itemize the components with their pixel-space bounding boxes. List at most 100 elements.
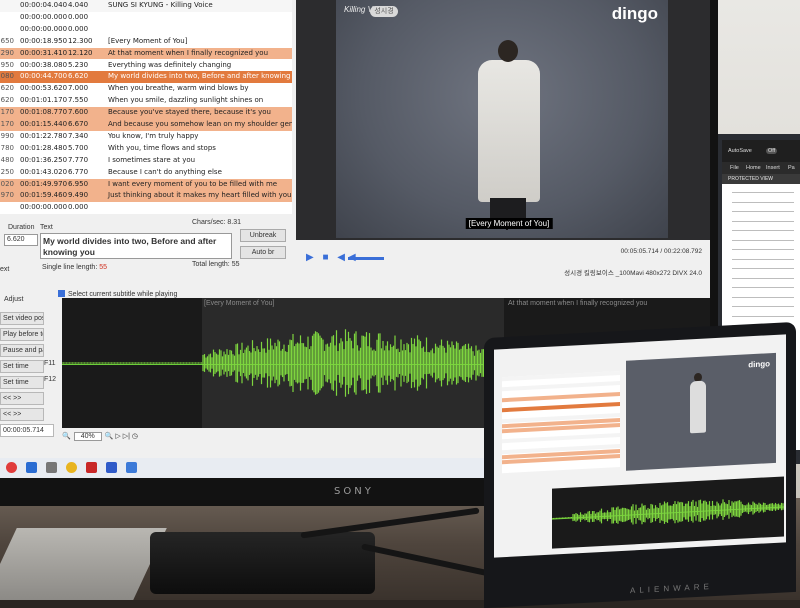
cell-text: I want every moment of you to be filled … [108,179,278,188]
cell-dur: 12.120 [68,48,93,57]
cell-dur: 0.000 [68,203,89,212]
app-icon-7[interactable] [126,462,137,473]
cell-start: 00:00:04.040 [20,1,68,9]
table-row[interactable]: 480 00:01:36.250 7.770 I sometimes stare at… [0,155,292,167]
table-row[interactable]: 780 00:01:28.480 5.700 With you, time flows… [0,143,292,155]
cell-dur: 7.770 [68,155,89,164]
cell-start: 00:00:00.000 [20,24,68,33]
cell-start: 00:00:44.700 [20,72,68,81]
cell-text: And because you somehow lean on my shoul… [108,120,292,128]
table-row[interactable]: 00:00:00.000 0.000 [0,24,292,36]
nudge-back-button[interactable]: << >> [0,392,44,405]
set-end-time-button[interactable]: Set time [0,376,44,389]
zoom-select[interactable]: 40% [73,432,102,441]
text-label: Text [40,224,53,231]
table-row[interactable]: 00:00:00.000 0.000 [0,12,292,24]
cell-n: 080 [0,72,14,81]
duration-input[interactable]: 6.620 [4,234,38,246]
table-row[interactable]: 650 00:00:18.950 12.300 [Every Moment of Yo… [0,36,292,48]
time-input[interactable]: 00:00:05.714 [0,424,54,437]
video-controls: ▶ ■ ◀◀ 00:05:05.714 / 00:22:08.792 성시경 킬… [296,242,710,282]
cell-n: 290 [0,48,14,57]
menu-home[interactable]: Home [746,165,761,171]
table-row[interactable]: 620 00:01:01.170 7.550 When you smile, dazz… [0,95,292,107]
cell-start: 00:01:49.970 [20,179,68,188]
subtitle-grid[interactable]: 00:00:04.040 4.040 SUNG SI KYUNG - Killing… [0,0,292,214]
menu-page[interactable]: Pa [788,165,795,171]
table-row[interactable]: 620 00:00:53.620 7.000 When you breathe, wa… [0,83,292,95]
total-length: Total length: 55 [192,261,240,268]
single-line-length-label: Single line length: [42,264,98,271]
adjust-panel: Adjust Set video pos Play before text Pa… [0,286,60,478]
table-row[interactable]: 170 00:01:08.770 7.600 Because you've staye… [0,107,292,119]
table-row[interactable]: 020 00:01:49.970 6.950 I want every moment … [0,178,292,191]
excel-titlebar: AutoSave Off [722,140,800,162]
power-brick [150,532,375,594]
autosave-label: AutoSave [728,148,752,154]
video-subtitle: [Every Moment of You] [465,218,553,229]
cell-dur: 5.700 [68,143,89,152]
time-position: 00:05:05.714 / 00:22:08.792 [620,248,702,255]
unbreak-button[interactable]: Unbreak [240,229,286,242]
cell-dur: 9.490 [68,191,89,200]
video-frame: Killing Voice 성시경 dingo [Every Moment of… [336,0,668,238]
table-row[interactable]: 170 00:01:15.440 6.670 And because you some… [0,119,292,131]
cell-text: When you breathe, warm wind blows by [108,84,249,93]
app-icon-1[interactable] [6,462,17,473]
cell-start: 00:00:18.950 [20,36,68,45]
cell-text: Because I can't do anything else [108,167,222,176]
cell-dur: 5.230 [68,60,89,69]
menu-insert[interactable]: Insert [766,165,780,171]
cell-dur: 0.000 [68,12,89,21]
app-icon-2[interactable] [26,462,37,473]
cell-start: 00:00:31.410 [20,48,68,57]
app-icon-6[interactable] [106,462,117,473]
video-player[interactable]: Killing Voice 성시경 dingo [Every Moment of… [296,0,710,240]
excel-row [732,296,794,298]
f11-label: F11 [44,360,56,367]
excel-row [732,220,794,222]
chrome-icon[interactable] [66,462,77,473]
cell-start: 00:01:15.440 [20,120,68,128]
subtitle-edit-panel: Duration 6.620 Text Chars/sec: 8.31 My w… [0,216,292,286]
singer-body [478,60,540,202]
menu-file[interactable]: File [730,165,739,171]
pause-button[interactable]: Pause and pause [0,344,44,357]
ext-label: ext [0,266,10,273]
table-row[interactable]: 290 00:00:31.410 12.120 At that moment when… [0,47,292,60]
cell-dur: 7.550 [68,96,89,105]
play-before-text-button[interactable]: Play before text [0,328,44,341]
table-row[interactable]: 990 00:01:22.780 7.340 You know, I'm truly … [0,131,292,143]
cell-dur: 6.950 [68,179,89,188]
cell-start: 00:00:53.620 [20,84,68,93]
table-row[interactable]: 00:00:00.000 0.000 [0,202,292,214]
file-info: 성시경 킬링보이스 _100Mavi 480x272 DIVX 24.0 [564,270,702,277]
volume-slider[interactable] [348,257,384,260]
table-row[interactable]: 950 00:00:38.080 5.230 Everything was defin… [0,60,292,72]
cell-start: 00:01:01.170 [20,96,68,105]
table-row[interactable]: 250 00:01:43.020 6.770 Because I can't do a… [0,167,292,179]
laptop-dingo-logo: dingo [748,359,770,370]
select-while-playing-checkbox[interactable]: Select current subtitle while playing [58,290,177,298]
set-video-pos-button[interactable]: Set video pos [0,312,44,325]
cell-n: 170 [0,120,14,128]
autosave-toggle[interactable]: Off [766,148,778,154]
cell-text: [Every Moment of You] [108,36,188,45]
nudge-forward-button[interactable]: << >> [0,408,44,421]
table-row[interactable]: 00:00:04.040 4.040 SUNG SI KYUNG - Killing… [0,0,292,12]
table-row[interactable]: 080 00:00:44.700 6.620 My world divides int… [0,71,292,84]
excel-row [732,249,794,250]
excel-menu: File Home Insert Pa [722,162,800,174]
cell-n: 970 [0,191,14,200]
auto-br-button[interactable]: Auto br [240,246,286,259]
cell-dur: 6.670 [68,120,89,128]
adjust-title: Adjust [4,296,24,303]
app-icon-3[interactable] [46,462,57,473]
set-start-time-button[interactable]: Set time [0,360,44,373]
excel-row [732,315,794,317]
subtitle-text-input[interactable]: My world divides into two, Before and af… [40,233,232,259]
excel-row [732,230,794,231]
table-row[interactable]: 970 00:01:59.460 9.490 Just thinking about … [0,190,292,203]
cell-dur: 4.040 [68,1,89,9]
subtitle-edit-icon[interactable] [86,462,97,473]
